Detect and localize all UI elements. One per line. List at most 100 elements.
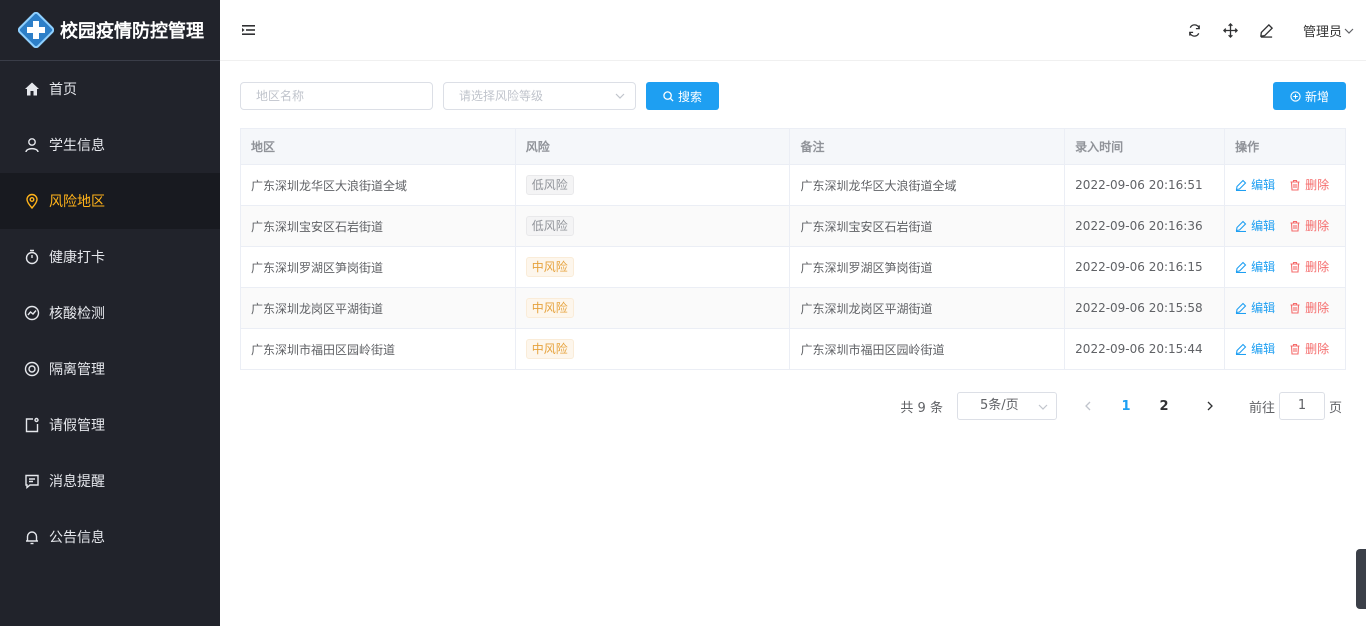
next-page-button[interactable] <box>1195 392 1225 420</box>
edit-icon <box>1235 343 1251 355</box>
chart-circle-icon <box>24 305 40 321</box>
cell-region: 广东深圳龙华区大浪街道全域 <box>240 164 516 206</box>
sidebar-item-label: 公告信息 <box>49 530 105 546</box>
search-icon <box>663 90 674 102</box>
search-button-label: 搜索 <box>677 89 702 104</box>
column-header-time: 录入时间 <box>1064 128 1226 165</box>
stopwatch-icon <box>24 249 40 265</box>
edit-label: 编辑 <box>1251 219 1276 234</box>
sidebar-item-3[interactable]: 健康打卡 <box>0 229 220 285</box>
table-row: 广东深圳市福田区园岭街道 中风险 广东深圳市福田区园岭街道 2022-09-06 20… <box>240 328 1346 370</box>
trash-icon <box>1289 302 1305 314</box>
sidebar-item-label: 学生信息 <box>49 138 105 154</box>
cell-risk: 低风险 <box>514 205 791 247</box>
menu-toggle-icon[interactable] <box>242 24 256 36</box>
cell-region: 广东深圳罗湖区笋岗街道 <box>240 246 516 288</box>
risk-level-tag: 低风险 <box>525 175 574 195</box>
cell-note: 广东深圳龙岗区平湖街道 <box>789 287 1066 329</box>
sidebar-item-label: 消息提醒 <box>49 474 105 490</box>
sidebar-item-5[interactable]: 隔离管理 <box>0 341 220 397</box>
sidebar-item-2[interactable]: 风险地区 <box>0 173 220 229</box>
cell-region: 广东深圳宝安区石岩街道 <box>240 205 516 247</box>
sidebar-item-1[interactable]: 学生信息 <box>0 117 220 173</box>
chevron-right-icon <box>1207 401 1213 411</box>
cell-time: 2022-09-06 20:16:51 <box>1064 164 1226 206</box>
delete-button[interactable]: 删除 <box>1289 176 1329 193</box>
cell-region: 广东深圳龙岗区平湖街道 <box>240 287 516 329</box>
delete-label: 删除 <box>1305 260 1330 275</box>
edit-icon <box>1235 261 1251 273</box>
risk-area-table: 地区 风险 备注 录入时间 操作 广东深圳龙华区大浪街道全域 低风险 广东深圳龙华区… <box>240 128 1346 370</box>
table-row: 广东深圳龙岗区平湖街道 中风险 广东深圳龙岗区平湖街道 2022-09-06 20:1… <box>240 287 1346 329</box>
region-name-input[interactable]: 地区名称 <box>240 82 433 110</box>
page-number-1[interactable]: 1 <box>1111 399 1141 414</box>
cell-time: 2022-09-06 20:15:58 <box>1064 287 1226 329</box>
column-header-actions: 操作 <box>1224 128 1346 165</box>
cell-risk: 中风险 <box>514 287 791 329</box>
goto-label: 前往 <box>1248 400 1275 416</box>
add-button[interactable]: 新增 <box>1273 82 1346 110</box>
bell-icon <box>24 529 40 545</box>
delete-button[interactable]: 删除 <box>1289 299 1329 316</box>
fullscreen-move-icon[interactable] <box>1223 23 1239 39</box>
edit-button[interactable]: 编辑 <box>1235 176 1275 193</box>
page-number-2[interactable]: 2 <box>1149 399 1179 414</box>
user-menu[interactable]: 管理员 <box>1303 21 1354 40</box>
edit-icon <box>1235 220 1251 232</box>
sidebar-item-7[interactable]: 消息提醒 <box>0 453 220 509</box>
page-size-value: 5条/页 <box>979 398 1019 413</box>
edit-label: 编辑 <box>1251 342 1276 357</box>
delete-label: 删除 <box>1305 178 1330 193</box>
page-size-select[interactable]: 5条/页 <box>956 392 1057 420</box>
edit-button[interactable]: 编辑 <box>1235 340 1275 357</box>
main-content: 地区名称 请选择风险等级 搜索 新增 地区 风险 备注 录入时间 操作 广东深圳… <box>240 62 1346 420</box>
risk-level-tag: 中风险 <box>525 298 574 318</box>
delete-label: 删除 <box>1305 301 1330 316</box>
sidebar-item-6[interactable]: 请假管理 <box>0 397 220 453</box>
risk-level-tag: 中风险 <box>525 339 574 359</box>
side-scroll-handle[interactable] <box>1356 549 1366 609</box>
prev-page-button[interactable] <box>1073 392 1103 420</box>
chevron-down-icon <box>1038 404 1048 410</box>
chevron-left-icon <box>1085 401 1091 411</box>
filter-toolbar: 地区名称 请选择风险等级 搜索 新增 <box>240 62 1346 110</box>
edit-icon <box>1235 302 1251 314</box>
cell-actions: 编辑 删除 <box>1224 205 1346 247</box>
cell-time: 2022-09-06 20:16:36 <box>1064 205 1226 247</box>
chevron-down-icon <box>615 93 625 99</box>
delete-button[interactable]: 删除 <box>1289 340 1329 357</box>
edit-icon <box>1235 179 1251 191</box>
edit-button[interactable]: 编辑 <box>1235 217 1275 234</box>
app-title: 校园疫情防控管理 <box>60 21 204 42</box>
cell-actions: 编辑 删除 <box>1224 164 1346 206</box>
cell-risk: 中风险 <box>514 246 791 288</box>
pagination-total: 共 9 条 <box>900 400 943 416</box>
sidebar-item-label: 风险地区 <box>49 194 105 210</box>
table-row: 广东深圳龙华区大浪街道全域 低风险 广东深圳龙华区大浪街道全域 2022-09-06 … <box>240 164 1346 206</box>
edit-button[interactable]: 编辑 <box>1235 299 1275 316</box>
cell-time: 2022-09-06 20:15:44 <box>1064 328 1226 370</box>
edit-pen-icon[interactable] <box>1259 23 1275 39</box>
edit-button[interactable]: 编辑 <box>1235 258 1275 275</box>
cell-actions: 编辑 删除 <box>1224 246 1346 288</box>
sidebar-item-8[interactable]: 公告信息 <box>0 509 220 565</box>
cell-actions: 编辑 删除 <box>1224 328 1346 370</box>
sidebar-menu: 首页学生信息风险地区健康打卡核酸检测 隔离管理 请假管理消息提醒公告信息 <box>0 61 220 565</box>
risk-level-select[interactable]: 请选择风险等级 <box>443 82 636 110</box>
goto-page-input[interactable]: 1 <box>1278 392 1325 420</box>
refresh-icon[interactable] <box>1187 23 1203 39</box>
message-icon <box>24 473 40 489</box>
delete-button[interactable]: 删除 <box>1289 258 1329 275</box>
search-button[interactable]: 搜索 <box>646 82 719 110</box>
page-suffix: 页 <box>1328 400 1342 416</box>
sidebar-item-0[interactable]: 首页 <box>0 61 220 117</box>
header-tools: 管理员 <box>1167 0 1354 61</box>
sidebar-item-label: 健康打卡 <box>49 250 105 266</box>
table-header-row: 地区 风险 备注 录入时间 操作 <box>240 128 1346 165</box>
delete-button[interactable]: 删除 <box>1289 217 1329 234</box>
pagination: 共 9 条 5条/页 1 2 前往 1 页 <box>900 392 1342 420</box>
trash-icon <box>1289 179 1305 191</box>
sidebar-item-4[interactable]: 核酸检测 <box>0 285 220 341</box>
edit-label: 编辑 <box>1251 178 1276 193</box>
app-logo[interactable]: 校园疫情防控管理 <box>0 0 220 61</box>
